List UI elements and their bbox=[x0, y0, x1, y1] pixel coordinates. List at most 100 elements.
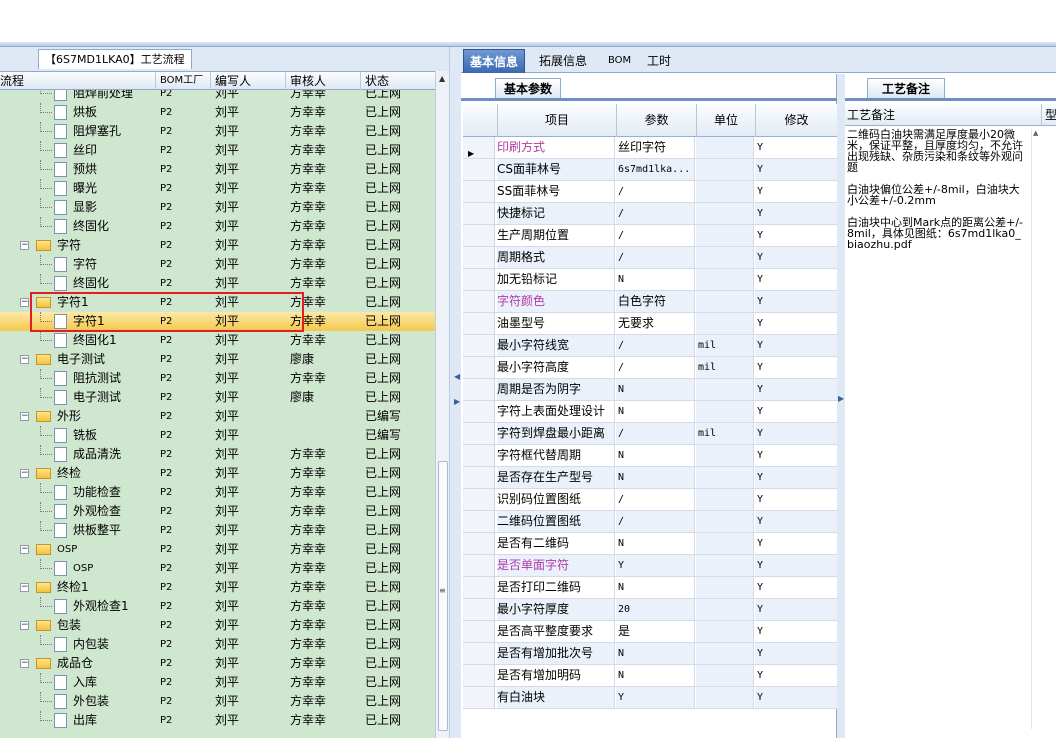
tree-row[interactable]: − 包装 P2 刘平 方幸幸 已上网 bbox=[0, 616, 435, 635]
col-reviewer[interactable]: 审核人 bbox=[285, 72, 360, 90]
params-row[interactable]: 是否存在生产型号 N Y bbox=[463, 467, 837, 489]
param-value[interactable]: N bbox=[616, 643, 695, 664]
tree-row[interactable]: 终固化 P2 刘平 方幸幸 已上网 bbox=[0, 274, 435, 293]
params-row[interactable]: 识别码位置图纸 / Y bbox=[463, 489, 837, 511]
row-indicator[interactable] bbox=[463, 313, 495, 334]
param-edit[interactable]: Y bbox=[755, 665, 837, 686]
params-row[interactable]: 最小字符厚度 20 Y bbox=[463, 599, 837, 621]
notes-splitter[interactable]: ▶ bbox=[837, 74, 845, 738]
row-indicator[interactable] bbox=[463, 401, 495, 422]
tab-basic-info[interactable]: 基本信息 bbox=[463, 49, 526, 73]
params-row[interactable]: 有白油块 Y Y bbox=[463, 687, 837, 709]
param-value[interactable]: / bbox=[616, 225, 695, 246]
tree-row[interactable]: − OSP P2 刘平 方幸幸 已上网 bbox=[0, 540, 435, 559]
param-edit[interactable]: Y bbox=[755, 335, 837, 356]
param-value[interactable]: N bbox=[616, 467, 695, 488]
scroll-thumb[interactable] bbox=[438, 461, 448, 731]
params-row[interactable]: 周期格式 / Y bbox=[463, 247, 837, 269]
param-edit[interactable]: Y bbox=[755, 379, 837, 400]
row-indicator[interactable] bbox=[463, 225, 495, 246]
param-edit[interactable]: Y bbox=[755, 247, 837, 268]
tree-scrollbar[interactable]: ▲ ≡ bbox=[435, 71, 449, 738]
param-edit[interactable]: Y bbox=[755, 225, 837, 246]
params-row[interactable]: 油墨型号 无要求 Y bbox=[463, 313, 837, 335]
param-value[interactable]: N bbox=[616, 269, 695, 290]
tree-row[interactable]: − 字符 P2 刘平 方幸幸 已上网 bbox=[0, 236, 435, 255]
params-row[interactable]: CS面菲林号 6s7md1lka... Y bbox=[463, 159, 837, 181]
tree-row[interactable]: 成品清洗 P2 刘平 方幸幸 已上网 bbox=[0, 445, 435, 464]
param-value[interactable]: N bbox=[616, 379, 695, 400]
row-indicator[interactable] bbox=[463, 335, 495, 356]
param-edit[interactable]: Y bbox=[755, 599, 837, 620]
tree-row[interactable]: 显影 P2 刘平 方幸幸 已上网 bbox=[0, 198, 435, 217]
tree-row[interactable]: − 电子测试 P2 刘平 廖康 已上网 bbox=[0, 350, 435, 369]
col-type[interactable]: 型 bbox=[1041, 104, 1056, 126]
row-indicator[interactable] bbox=[463, 621, 495, 642]
tree-row[interactable]: 烘板整平 P2 刘平 方幸幸 已上网 bbox=[0, 521, 435, 540]
params-row[interactable]: 二维码位置图纸 / Y bbox=[463, 511, 837, 533]
collapse-icon[interactable]: − bbox=[20, 355, 29, 364]
col-unit[interactable]: 单位 bbox=[696, 104, 755, 137]
tree-row[interactable]: − 成品仓 P2 刘平 方幸幸 已上网 bbox=[0, 654, 435, 673]
params-row[interactable]: 字符框代替周期 N Y bbox=[463, 445, 837, 467]
row-indicator[interactable] bbox=[463, 467, 495, 488]
param-value[interactable]: / bbox=[616, 247, 695, 268]
collapse-left-icon[interactable]: ◀ bbox=[454, 372, 460, 381]
collapse-icon[interactable]: − bbox=[20, 469, 29, 478]
tree-row[interactable]: 曝光 P2 刘平 方幸幸 已上网 bbox=[0, 179, 435, 198]
tree-row[interactable]: 烘板 P2 刘平 方幸幸 已上网 bbox=[0, 103, 435, 122]
row-indicator[interactable] bbox=[463, 599, 495, 620]
row-indicator[interactable] bbox=[463, 269, 495, 290]
row-indicator[interactable] bbox=[463, 687, 495, 708]
param-edit[interactable]: Y bbox=[755, 445, 837, 466]
param-edit[interactable]: Y bbox=[755, 467, 837, 488]
params-row[interactable]: 字符到焊盘最小距离 / mil Y bbox=[463, 423, 837, 445]
param-edit[interactable]: Y bbox=[755, 159, 837, 180]
tree-row[interactable]: 功能检查 P2 刘平 方幸幸 已上网 bbox=[0, 483, 435, 502]
params-row[interactable]: 是否有二维码 N Y bbox=[463, 533, 837, 555]
params-row[interactable]: 是否高平整度要求是 Y bbox=[463, 621, 837, 643]
param-value[interactable]: 6s7md1lka... bbox=[616, 159, 695, 180]
tree-row[interactable]: − 终检 P2 刘平 方幸幸 已上网 bbox=[0, 464, 435, 483]
tree-row[interactable]: 终固化1 P2 刘平 方幸幸 已上网 bbox=[0, 331, 435, 350]
collapse-icon[interactable]: − bbox=[20, 621, 29, 630]
row-indicator[interactable] bbox=[463, 577, 495, 598]
tree-row[interactable]: 电子测试 P2 刘平 廖康 已上网 bbox=[0, 388, 435, 407]
param-edit[interactable]: Y bbox=[755, 181, 837, 202]
param-value[interactable]: / bbox=[616, 423, 695, 444]
tab-work-hours[interactable]: 工时 bbox=[641, 49, 677, 73]
param-value[interactable]: / bbox=[616, 511, 695, 532]
tab-extended-info[interactable]: 拓展信息 bbox=[533, 49, 593, 73]
tree-row[interactable]: 内包装 P2 刘平 方幸幸 已上网 bbox=[0, 635, 435, 654]
param-value[interactable]: 是 bbox=[616, 621, 695, 642]
tree-row[interactable]: 入库 P2 刘平 方幸幸 已上网 bbox=[0, 673, 435, 692]
tree-row[interactable]: 预烘 P2 刘平 方幸幸 已上网 bbox=[0, 160, 435, 179]
param-value[interactable]: N bbox=[616, 401, 695, 422]
collapse-icon[interactable]: − bbox=[20, 545, 29, 554]
params-row[interactable]: 是否打印二维码 N Y bbox=[463, 577, 837, 599]
param-value[interactable]: Y bbox=[616, 687, 695, 708]
row-indicator[interactable] bbox=[463, 247, 495, 268]
param-edit[interactable]: Y bbox=[755, 489, 837, 510]
param-value[interactable]: 丝印字符 bbox=[616, 137, 695, 158]
param-value[interactable]: N bbox=[616, 533, 695, 554]
param-edit[interactable]: Y bbox=[755, 643, 837, 664]
tree-row[interactable]: 阻抗测试 P2 刘平 方幸幸 已上网 bbox=[0, 369, 435, 388]
tree-row[interactable]: 阻焊塞孔 P2 刘平 方幸幸 已上网 bbox=[0, 122, 435, 141]
collapse-right-icon[interactable]: ▶ bbox=[454, 397, 460, 406]
notes-text[interactable]: 二维码白油块需满足厚度最小20微米，保证平整，且厚度均匀，不允许出现残缺、杂质污… bbox=[847, 129, 1027, 250]
row-indicator[interactable] bbox=[463, 665, 495, 686]
row-indicator[interactable] bbox=[463, 423, 495, 444]
collapse-notes-icon[interactable]: ▶ bbox=[838, 394, 844, 403]
param-edit[interactable]: Y bbox=[755, 357, 837, 378]
param-value[interactable]: 无要求 bbox=[616, 313, 695, 334]
param-value[interactable]: / bbox=[616, 489, 695, 510]
tree-row[interactable]: 铣板 P2 刘平 已编写 bbox=[0, 426, 435, 445]
notes-tab[interactable]: 工艺备注 bbox=[867, 78, 946, 98]
param-value[interactable]: 白色字符 bbox=[616, 291, 695, 312]
col-notes[interactable]: 工艺备注 bbox=[847, 108, 895, 122]
col-value[interactable]: 参数 bbox=[616, 104, 696, 137]
col-item[interactable]: 项目 bbox=[497, 104, 616, 137]
params-row[interactable]: 字符颜色 白色字符 Y bbox=[463, 291, 837, 313]
col-status[interactable]: 状态 bbox=[360, 72, 435, 90]
